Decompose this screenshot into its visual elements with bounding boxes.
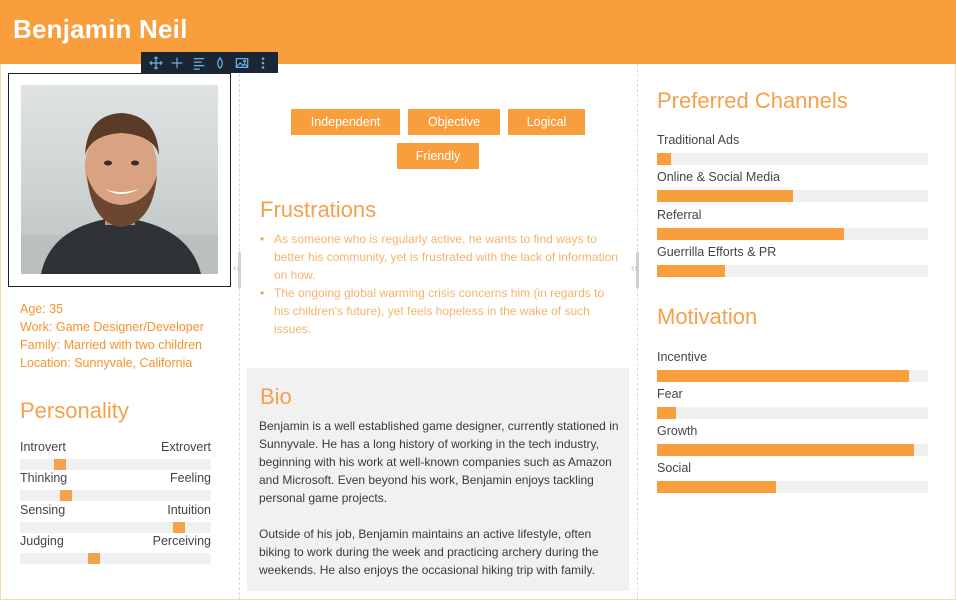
motivation-track[interactable] [657, 481, 928, 493]
trait-slider[interactable] [20, 522, 211, 533]
fact-family: Family: Married with two children [20, 338, 202, 352]
channel-fill [657, 153, 671, 165]
resize-arrows-right-icon: ‹› [631, 263, 638, 274]
motivation-fill [657, 444, 915, 456]
channel-label: Online & Social Media [657, 170, 780, 184]
motivation-label: Social [657, 461, 692, 475]
fact-age: Age: 35 [20, 302, 64, 316]
motivation-track[interactable] [657, 407, 928, 419]
trait-left-label: Thinking [20, 471, 68, 485]
column-divider-left [239, 64, 240, 600]
trait-right-label: Perceiving [152, 534, 211, 548]
bio-paragraph: Benjamin is a well established game desi… [259, 419, 619, 505]
resize-arrows-left-icon: ‹› [233, 263, 240, 274]
trait-slider[interactable] [20, 553, 211, 564]
more-icon[interactable] [254, 54, 272, 72]
trait-marker[interactable] [59, 490, 72, 501]
channel-label: Guerrilla Efforts & PR [657, 245, 777, 259]
trait-row: Sensing Intuition [20, 503, 211, 533]
motivation-label: Incentive [657, 350, 708, 364]
channel-bar: Traditional Ads [657, 133, 928, 165]
motivation-bar: Fear [657, 387, 928, 419]
bio-paragraph: Outside of his job, Benjamin maintains a… [259, 527, 599, 577]
move-icon[interactable] [147, 54, 165, 72]
fact-location: Location: Sunnyvale, California [20, 356, 193, 370]
channel-fill [657, 228, 844, 240]
channels-title: Preferred Channels [657, 88, 848, 113]
frustration-item: As someone who is regularly active, he w… [260, 230, 620, 284]
drop-icon[interactable] [211, 54, 229, 72]
trait-row: Thinking Feeling [20, 471, 211, 501]
motivation-bar: Social [657, 461, 928, 493]
motivation-title: Motivation [657, 304, 758, 329]
personality-title: Personality [20, 398, 129, 423]
editor-toolbar [141, 52, 278, 73]
trait-right-label: Extrovert [160, 440, 211, 454]
frustrations-list: As someone who is regularly active, he w… [260, 230, 620, 338]
channel-track[interactable] [657, 153, 928, 165]
bio-title: Bio [260, 384, 292, 409]
trait-marker[interactable] [54, 459, 67, 470]
motivation-track[interactable] [657, 370, 928, 382]
plus-icon[interactable] [168, 54, 186, 72]
fact-work: Work: Game Designer/Developer [20, 320, 204, 334]
column-divider-right [637, 64, 638, 600]
persona-name: Benjamin Neil [13, 14, 188, 44]
tag-objective[interactable]: Objective [408, 109, 500, 135]
align-icon[interactable] [190, 54, 208, 72]
motivation-track[interactable] [657, 444, 928, 456]
trait-left-label: Introvert [20, 440, 66, 454]
motivation-fill [657, 407, 676, 419]
tag-logical[interactable]: Logical [508, 109, 585, 135]
trait-right-label: Feeling [170, 471, 211, 485]
motivation-fill [657, 370, 910, 382]
tag-friendly[interactable]: Friendly [397, 143, 479, 169]
motivation-bar: Growth [657, 424, 928, 456]
channel-track[interactable] [657, 265, 928, 277]
motivation-label: Growth [657, 424, 698, 438]
image-icon[interactable] [233, 54, 251, 72]
trait-marker[interactable] [88, 553, 101, 564]
bio-panel: Bio Benjamin is a well established game … [247, 368, 629, 591]
trait-row: Judging Perceiving [20, 534, 211, 564]
persona-photo [21, 85, 218, 274]
trait-left-label: Sensing [20, 503, 66, 517]
channel-bar: Online & Social Media [657, 170, 928, 202]
trait-marker[interactable] [172, 522, 185, 533]
channel-label: Traditional Ads [657, 133, 740, 147]
tag-independent[interactable]: Independent [291, 109, 400, 135]
persona-facts: Age: 35 Work: Game Designer/Developer Fa… [20, 300, 204, 372]
channel-bar: Referral [657, 208, 928, 240]
frustration-item: The ongoing global warming crisis concer… [260, 284, 620, 338]
channel-fill [657, 265, 725, 277]
trait-left-label: Judging [20, 534, 64, 548]
frustrations-title: Frustrations [260, 197, 377, 222]
motivation-label: Fear [657, 387, 683, 401]
channel-track[interactable] [657, 190, 928, 202]
channel-bar: Guerrilla Efforts & PR [657, 245, 928, 277]
photo-selection-box[interactable] [8, 73, 231, 287]
channel-label: Referral [657, 208, 702, 222]
channel-fill [657, 190, 793, 202]
trait-slider[interactable] [20, 459, 211, 470]
motivation-bar: Incentive [657, 350, 928, 382]
trait-row: Introvert Extrovert [20, 440, 211, 470]
motivation-fill [657, 481, 777, 493]
channel-track[interactable] [657, 228, 928, 240]
trait-right-label: Intuition [167, 503, 211, 517]
trait-slider[interactable] [20, 490, 211, 501]
